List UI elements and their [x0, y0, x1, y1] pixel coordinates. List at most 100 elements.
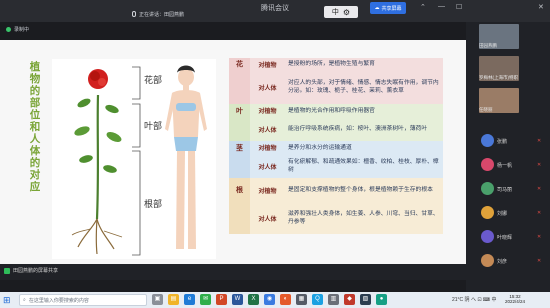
pin-icon[interactable]: ⌃ [420, 3, 426, 11]
taskbar-search-input[interactable]: ⌕ 在这里输入你要搜索的内容 [19, 294, 147, 306]
avatar [481, 182, 494, 195]
sub-cell: 对植物 [258, 188, 277, 195]
sidebar-footer [466, 280, 550, 292]
maximize-icon[interactable]: ☐ [456, 3, 462, 11]
title-bar: 腾讯会议 正在讲话：田园燕鹏 中 ⚙ ☁ 共享屏幕 ⌃ — ☐ ✕ [0, 0, 550, 22]
participant-sidebar: 田园燕鹏 罗梅林(上海市)特职 任晓丽 张鹏 ✕ 杨一帆 ✕ 司马丽 ✕ 刘娜 … [466, 22, 550, 280]
mic-muted-icon: ✕ [537, 210, 542, 216]
participant-tile[interactable]: 叶晓辉 ✕ [469, 228, 547, 248]
desc-cell: 有化瘀解郁、和疏通效果如：檀香、纹柏、桂枝、厚朴、樟树 [288, 159, 439, 173]
participant-name: 罗梅林(上海市)特职 [479, 75, 518, 80]
desc-cell: 是固定和支撑植物的整个身体，根是植物赖于生存的根本 [288, 187, 433, 193]
participant-tile[interactable]: 刘彦 ✕ [469, 252, 547, 272]
speaking-text: 正在讲话：田园燕鹏 [139, 11, 185, 18]
meeting-bottom-bar: 田园燕鹏的屏幕共享 [0, 264, 466, 280]
table-row: 对人体 对应人的头部，对于情绪、情感、情志失眠有作用，调节内分泌。如：玫瑰、栀子… [229, 70, 443, 104]
avatar [481, 254, 494, 267]
excel-icon[interactable]: X [248, 294, 259, 305]
system-tray[interactable]: 21°C 阴 へ ⊡ ⌨ 中 [452, 296, 497, 303]
sub-cell: 对人体 [258, 164, 277, 171]
part-cell: 叶 [229, 104, 250, 117]
sub-cell: 对人体 [258, 127, 277, 134]
desc-cell: 能治疗呼吸系统疾病，如：桉叶、澳洲茶树叶，薄荷叶 [288, 126, 428, 132]
part-cell [229, 202, 250, 234]
participant-tile[interactable]: 田园燕鹏 [469, 24, 547, 50]
participant-tile[interactable]: 杨一帆 ✕ [469, 156, 547, 176]
sub-cell: 对植物 [258, 146, 277, 152]
plant-body-illustration: 花部 叶部 根部 [52, 59, 216, 259]
avatar [481, 134, 494, 147]
recording-dot-icon [6, 27, 11, 32]
part-cell: 花 [229, 58, 250, 70]
part-cell [229, 70, 250, 104]
tencent-meeting-icon[interactable]: ◉ [264, 294, 275, 305]
table-row: 对人体 有化瘀解郁、和疏通效果如：檀香、纹柏、桂枝、厚朴、樟树 [229, 154, 443, 178]
participant-tile[interactable]: 罗梅林(上海市)特职 [469, 56, 547, 82]
taskbar-clock[interactable]: 15:32 2022/4/24 [505, 294, 525, 304]
minimize-icon[interactable]: — [438, 3, 445, 10]
edge-browser-icon[interactable]: e [184, 294, 195, 305]
part-cell: 茎 [229, 141, 250, 154]
participant-tile[interactable]: 任晓丽 [469, 88, 547, 114]
share-screen-button[interactable]: ☁ 共享屏幕 [370, 2, 406, 14]
rose-and-body-drawing [71, 65, 207, 256]
recording-label: 录制中 [14, 27, 30, 33]
input-method-bar[interactable]: 中 ⚙ [324, 6, 358, 18]
participant-name: 杨一帆 [497, 163, 513, 169]
clock-date: 2022/4/24 [505, 299, 526, 304]
screen-share-icon [4, 267, 10, 274]
shared-slide: 植物的部位和人体的对应 花部 叶部 根部 花 对植物 是授粉的场所，是植物生殖与… [0, 40, 466, 264]
cloud-icon: ☁ [374, 5, 380, 11]
screen-share-indicator[interactable]: 田园燕鹏的屏幕共享 [4, 267, 58, 274]
slide-title: 植物的部位和人体的对应 [29, 61, 41, 193]
desc-cell: 滋养和强壮人类身体，如生姜、人参、川穹、当归、甘草、丹参等 [288, 211, 439, 225]
app-icon[interactable]: ▦ [296, 294, 307, 305]
participant-name: 叶晓辉 [497, 235, 513, 241]
app-icon[interactable]: ● [376, 294, 387, 305]
table-row: 茎 对植物 是养分和水分的运输通道 [229, 141, 443, 154]
word-icon[interactable]: W [232, 294, 243, 305]
wechat-icon[interactable]: ✉ [200, 294, 211, 305]
table-row: 对人体 能治疗呼吸系统疾病，如：桉叶、澳洲茶树叶，薄荷叶 [229, 117, 443, 141]
desc-cell: 对应人的头部，对于情绪、情感、情志失眠有作用，调节内分泌。如：玫瑰、栀子、桂花、… [288, 80, 439, 94]
participant-name: 司马丽 [497, 187, 513, 193]
participant-name: 田园燕鹏 [479, 43, 497, 48]
recording-indicator[interactable]: 录制中 [6, 26, 29, 33]
gear-icon[interactable]: ⚙ [343, 8, 350, 17]
search-icon: ⌕ [23, 297, 26, 303]
participant-tile[interactable]: 张鹏 ✕ [469, 132, 547, 152]
mic-muted-icon: ✕ [537, 234, 542, 240]
participant-name: 任晓丽 [479, 107, 493, 112]
part-cell [229, 117, 250, 141]
taskbar-app-icons: ▣ ▤ e ✉ P W X ◉ ◐ ▦ Q ▥ ◆ ▧ ● [152, 294, 387, 305]
share-screen-label: 共享屏幕 [381, 5, 402, 12]
task-view-icon[interactable]: ▣ [152, 294, 163, 305]
participant-tile[interactable]: 司马丽 ✕ [469, 180, 547, 200]
mic-muted-icon: ✕ [537, 162, 542, 168]
sub-cell: 对人体 [258, 85, 277, 92]
file-explorer-icon[interactable]: ▤ [168, 294, 179, 305]
screen-share-label: 田园燕鹏的屏幕共享 [13, 268, 59, 274]
close-icon[interactable]: ✕ [538, 3, 544, 11]
app-icon[interactable]: ▧ [360, 294, 371, 305]
desc-cell: 是授粉的场所，是植物生殖与繁育 [288, 61, 375, 67]
app-title: 腾讯会议 [261, 5, 289, 12]
correspondence-table: 花 对植物 是授粉的场所，是植物生殖与繁育 对人体 对应人的头部，对于情绪、情感… [229, 58, 443, 234]
sub-cell: 对人体 [258, 216, 277, 223]
mic-muted-icon: ✕ [537, 138, 542, 144]
qq-icon[interactable]: Q [312, 294, 323, 305]
app-icon[interactable]: ◆ [344, 294, 355, 305]
app-icon[interactable]: ▥ [328, 294, 339, 305]
table-row: 对人体 滋养和强壮人类身体，如生姜、人参、川穹、当归、甘草、丹参等 [229, 202, 443, 234]
sub-cell: 对植物 [258, 62, 277, 69]
participant-tile[interactable]: 刘娜 ✕ [469, 204, 547, 224]
flower-part-label: 花部 [144, 75, 163, 85]
input-method-label: 中 [331, 9, 339, 16]
participant-name: 张鹏 [497, 139, 508, 145]
browser-icon[interactable]: ◐ [280, 294, 291, 305]
leaf-part-label: 叶部 [144, 121, 163, 131]
desc-cell: 是养分和水分的运输通道 [288, 144, 352, 151]
avatar [481, 230, 494, 243]
powerpoint-icon[interactable]: P [216, 294, 227, 305]
windows-start-icon[interactable]: ⊞ [3, 295, 13, 305]
